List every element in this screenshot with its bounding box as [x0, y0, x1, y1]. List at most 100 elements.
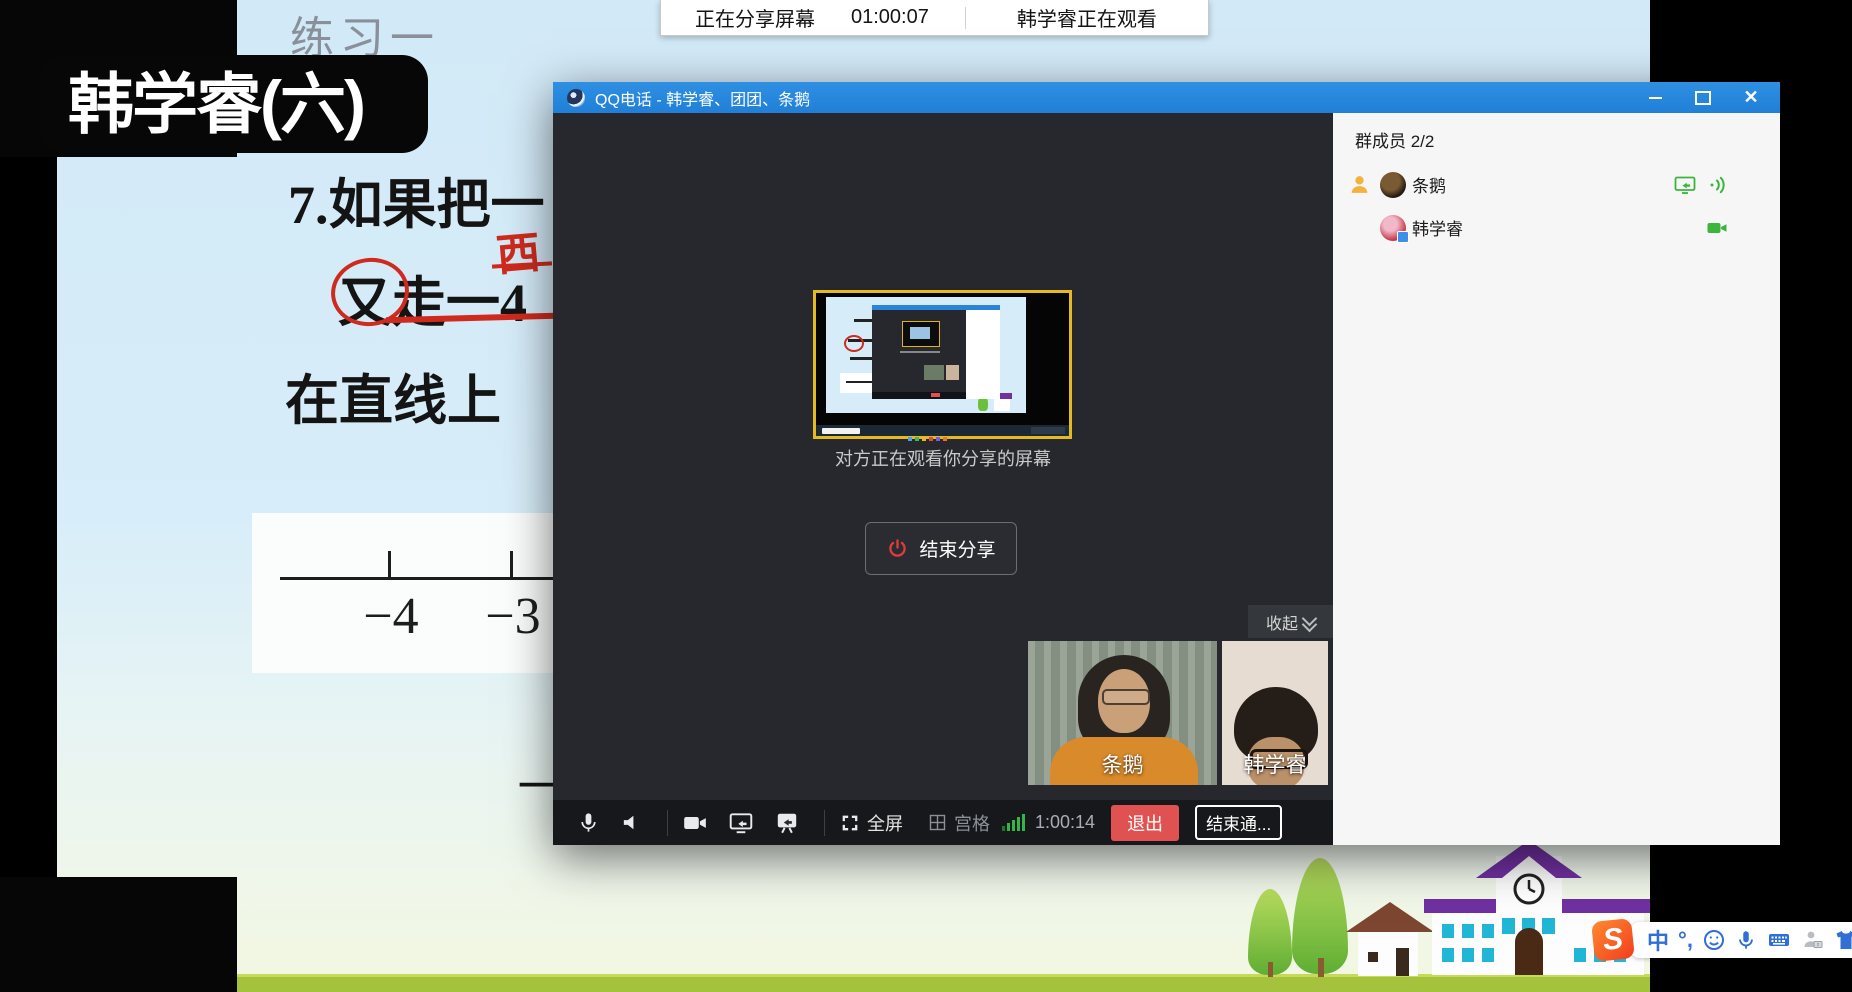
shared-screen-preview	[813, 290, 1072, 439]
house-door	[1396, 948, 1409, 976]
fullscreen-icon	[839, 812, 861, 834]
house-window	[1368, 952, 1378, 962]
whiteboard-button[interactable]	[774, 810, 800, 836]
camera-on-status-icon	[1704, 216, 1730, 240]
ime-emoji-icon[interactable]	[1702, 928, 1726, 952]
screen: 练习一 7.如果把一 又走一4 西 在直线上 −4 −3 — 正在分享屏	[0, 0, 1852, 992]
ime-lang-mode[interactable]: 中	[1647, 924, 1669, 956]
voice-active-icon	[1706, 173, 1730, 197]
school-right-roof	[1556, 899, 1650, 913]
number-line	[280, 577, 580, 580]
screen-share-banner: 正在分享屏幕 01:00:07 韩学睿正在观看	[660, 0, 1209, 36]
ime-punctuation[interactable]: °,	[1678, 927, 1693, 953]
school-window	[1462, 948, 1474, 962]
school-window	[1442, 948, 1454, 962]
maximize-icon[interactable]	[1688, 87, 1718, 109]
numberline-label: −3	[474, 587, 552, 646]
line2-rest: 走一	[392, 273, 500, 333]
sharing-screen-status-icon	[1672, 173, 1698, 197]
mini-taskbar	[816, 425, 1069, 436]
minimize-icon[interactable]	[1640, 87, 1670, 109]
collapse-label: 收起	[1266, 610, 1298, 634]
mobile-badge-icon	[1397, 231, 1409, 243]
member-name: 条鹅	[1412, 172, 1446, 197]
red-handwritten-note: 西	[493, 216, 542, 284]
camera-button[interactable]	[682, 810, 708, 836]
school-window	[1462, 924, 1474, 938]
house-roof	[1346, 902, 1434, 932]
call-toolbar: 全屏 宫格 1:00:14 退出 结束通...	[553, 800, 1333, 845]
tree-trunk	[1268, 962, 1273, 977]
collapse-button[interactable]: 收起	[1248, 605, 1333, 638]
glasses	[1102, 689, 1150, 705]
tick-mark	[510, 551, 513, 578]
share-timer: 01:00:07	[851, 6, 929, 29]
sharing-status-text: 正在分享屏幕	[695, 3, 815, 32]
school-window	[1574, 948, 1586, 962]
ime-skin-person-icon[interactable]	[1801, 928, 1825, 952]
call-duration: 1:00:14	[1035, 812, 1095, 833]
school-left-wing	[1432, 912, 1506, 975]
qq-call-icon	[567, 89, 585, 107]
members-header: 群成员 2/2	[1355, 127, 1434, 152]
chevron-double-down-icon	[1304, 613, 1315, 630]
tree-trunk	[1318, 958, 1324, 977]
window-title: QQ电话 - 韩学睿、团团、条鹅	[595, 86, 810, 110]
video-name-label: 韩学睿	[1222, 749, 1328, 779]
school-window	[1482, 948, 1494, 962]
mini-qq-window	[872, 305, 1000, 399]
call-area: 对方正在观看你分享的屏幕 结束分享 收起 条鹅	[553, 113, 1333, 845]
member-avatar	[1380, 172, 1406, 198]
video-tile[interactable]: 条鹅	[1028, 641, 1217, 785]
black-corner-bottom-left	[0, 877, 237, 992]
screen-share-button[interactable]	[728, 810, 754, 836]
numberline-label: −4	[352, 587, 430, 646]
ime-tray: S 中 °,	[1593, 920, 1852, 960]
qq-call-window: QQ电话 - 韩学睿、团团、条鹅 ✕	[553, 82, 1780, 845]
watching-status-text: 对方正在观看你分享的屏幕	[553, 445, 1333, 471]
power-icon	[886, 537, 909, 560]
school-window	[1542, 918, 1555, 934]
slide-problem-line3: 在直线上	[285, 356, 501, 435]
end-share-button[interactable]: 结束分享	[865, 522, 1017, 575]
school-door	[1515, 928, 1543, 975]
school-window	[1482, 924, 1494, 938]
speaker-button[interactable]	[620, 811, 643, 834]
video-strip: 条鹅 韩学睿	[1028, 641, 1328, 785]
ime-tshirt-icon[interactable]	[1834, 928, 1852, 952]
sogou-logo[interactable]: S	[1591, 918, 1635, 962]
fullscreen-button[interactable]: 全屏	[839, 810, 903, 836]
close-icon[interactable]: ✕	[1736, 87, 1766, 109]
ime-keyboard-icon[interactable]	[1766, 928, 1792, 952]
exit-button[interactable]: 退出	[1111, 805, 1179, 841]
member-avatar	[1380, 215, 1406, 241]
toolbar-divider	[824, 810, 825, 836]
end-share-label: 结束分享	[919, 535, 995, 562]
presenter-icon	[1347, 172, 1372, 197]
numberline-panel: −4 −3	[252, 513, 553, 673]
tick-mark	[388, 551, 391, 578]
members-panel: 群成员 2/2 条鹅 韩学睿	[1333, 113, 1780, 845]
grass-strip	[57, 974, 1650, 992]
end-call-button[interactable]: 结束通...	[1195, 805, 1282, 840]
school-window	[1502, 918, 1515, 934]
toolbar-divider	[667, 810, 668, 836]
video-name-label: 条鹅	[1028, 749, 1217, 779]
presenter-name-overlay: 韩学睿(六)	[40, 55, 428, 153]
grid-view-button[interactable]: 宫格	[927, 810, 990, 836]
grid-icon	[927, 812, 948, 833]
member-row[interactable]: 条鹅	[1333, 163, 1780, 206]
school-window	[1442, 924, 1454, 938]
member-row[interactable]: 韩学睿	[1333, 206, 1780, 249]
viewer-status-text: 韩学睿正在观看	[966, 3, 1208, 32]
fullscreen-label: 全屏	[867, 810, 903, 836]
video-tile[interactable]: 韩学睿	[1222, 641, 1328, 785]
clock-icon	[1512, 872, 1546, 906]
ime-voice-icon[interactable]	[1735, 929, 1757, 951]
house-body	[1358, 932, 1418, 976]
window-titlebar[interactable]: QQ电话 - 韩学睿、团团、条鹅 ✕	[553, 82, 1780, 113]
signal-strength-icon	[1002, 814, 1025, 831]
member-name: 韩学睿	[1412, 215, 1463, 240]
microphone-button[interactable]	[577, 811, 600, 834]
grid-label: 宫格	[954, 810, 990, 836]
